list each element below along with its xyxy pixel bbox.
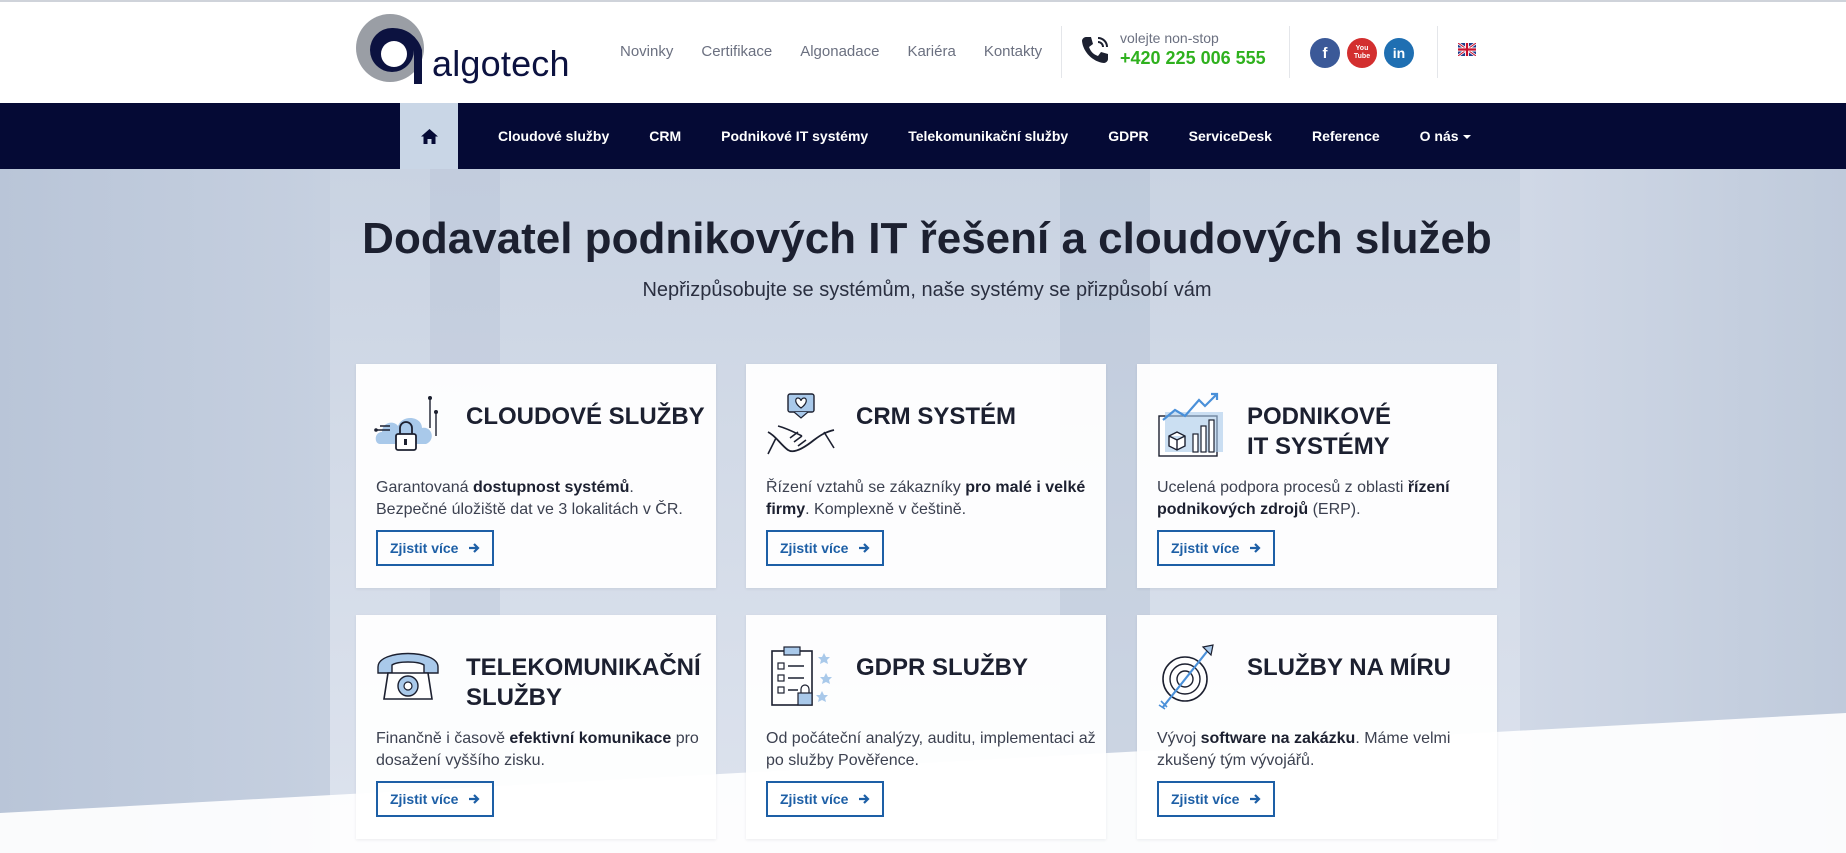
- linkedin-icon[interactable]: in: [1384, 38, 1414, 68]
- button-label: Zjistit více: [780, 791, 849, 807]
- handshake-icon: [767, 393, 835, 455]
- phone-number[interactable]: +420 225 006 555: [1120, 48, 1266, 69]
- facebook-icon[interactable]: f: [1310, 38, 1340, 68]
- phone-label: volejte non-stop: [1120, 30, 1219, 46]
- nav-servicedesk[interactable]: ServiceDesk: [1189, 128, 1272, 144]
- learn-more-button[interactable]: Zjistit více: [766, 781, 885, 817]
- card-title: PODNIKOVÉ IT SYSTÉMY: [1247, 403, 1392, 460]
- service-card-it-systems: PODNIKOVÉ IT SYSTÉMY Ucelená podpora pro…: [1137, 364, 1497, 588]
- nav-telekomunikacni-sluzby[interactable]: Telekomunikační služby: [908, 128, 1068, 144]
- uk-flag-icon[interactable]: [1458, 43, 1476, 56]
- learn-more-button[interactable]: Zjistit více: [376, 530, 495, 566]
- top-link-novinky[interactable]: Novinky: [620, 43, 673, 60]
- arrow-right-icon: [859, 543, 871, 553]
- button-label: Zjistit více: [780, 540, 849, 556]
- hero-title: Dodavatel podnikových IT řešení a cloudo…: [362, 214, 1492, 263]
- button-label: Zjistit více: [390, 540, 459, 556]
- service-card-crm: CRM SYSTÉM Řízení vztahů se zákazníky pr…: [746, 364, 1106, 588]
- button-label: Zjistit více: [390, 791, 459, 807]
- service-card-cloud: CLOUDOVÉ SLUŽBY Garantovaná dostupnost s…: [356, 364, 716, 588]
- card-title: GDPR SLUŽBY: [856, 654, 1029, 681]
- card-text: Garantovaná dostupnost systémů. Bezpečné…: [376, 479, 683, 519]
- button-label: Zjistit více: [1171, 791, 1240, 807]
- home-button[interactable]: [400, 103, 458, 169]
- telephone-icon: [377, 652, 439, 700]
- top-link-algonadace[interactable]: Algonadace: [800, 43, 879, 60]
- arrow-right-icon: [1250, 794, 1262, 804]
- nav-reference[interactable]: Reference: [1312, 128, 1380, 144]
- card-title: CLOUDOVÉ SLUŽBY: [466, 403, 705, 430]
- top-header: algotech Novinky Certifikace Algonadace …: [0, 0, 1846, 103]
- service-card-gdpr: GDPR SLUŽBY Od počáteční analýzy, auditu…: [746, 615, 1106, 839]
- hero-subtitle: Nepřizpůsobujte se systémům, naše systém…: [642, 279, 1212, 301]
- main-navigation: Cloudové služby CRM Podnikové IT systémy…: [0, 103, 1846, 169]
- card-text: Řízení vztahů se zákazníky pro malé i ve…: [766, 479, 1086, 519]
- divider: [1061, 26, 1062, 78]
- learn-more-button[interactable]: Zjistit více: [1157, 530, 1276, 566]
- home-icon: [420, 128, 438, 144]
- youtube-icon[interactable]: You Tube: [1347, 38, 1377, 68]
- gdpr-checklist-icon: [771, 646, 832, 706]
- card-text: Vývoj software na zakázku. Máme velmi zk…: [1157, 730, 1451, 770]
- nav-podnikove-it-systemy[interactable]: Podnikové IT systémy: [721, 128, 868, 144]
- card-title: CRM SYSTÉM: [856, 403, 1017, 430]
- card-text: Od počáteční analýzy, auditu, implementa…: [766, 730, 1096, 770]
- divider: [1437, 26, 1438, 78]
- nav-crm[interactable]: CRM: [649, 128, 681, 144]
- service-card-telecom: TELEKOMUNIKAČNÍ SLUŽBY Finančně i časově…: [356, 615, 716, 839]
- chevron-down-icon: [1462, 135, 1471, 140]
- learn-more-button[interactable]: Zjistit více: [766, 530, 885, 566]
- top-links: Novinky Certifikace Algonadace Kariéra K…: [620, 43, 1070, 60]
- nav-o-nas-label: O nás: [1419, 128, 1459, 144]
- card-text: Ucelená podpora procesů z oblasti řízení…: [1157, 479, 1450, 519]
- card-text: Finančně i časově efektivní komunikace p…: [376, 730, 699, 770]
- phone-icon: [1082, 37, 1108, 63]
- nav-gdpr[interactable]: GDPR: [1108, 128, 1148, 144]
- top-link-certifikace[interactable]: Certifikace: [701, 43, 772, 60]
- service-card-custom: SLUŽBY NA MÍRU Vývoj software na zakázku…: [1137, 615, 1497, 839]
- card-title: TELEKOMUNIKAČNÍ SLUŽBY: [466, 654, 701, 711]
- arrow-right-icon: [469, 543, 481, 553]
- button-label: Zjistit více: [1171, 540, 1240, 556]
- nav-o-nas[interactable]: O nás: [1420, 128, 1471, 144]
- growth-chart-icon: [1158, 392, 1223, 457]
- nav-cloudove-sluzby[interactable]: Cloudové služby: [498, 128, 609, 144]
- learn-more-button[interactable]: Zjistit více: [376, 781, 495, 817]
- learn-more-button[interactable]: Zjistit více: [1157, 781, 1276, 817]
- cloud-lock-icon: [374, 396, 438, 451]
- arrow-right-icon: [469, 794, 481, 804]
- top-link-kariera[interactable]: Kariéra: [907, 43, 955, 60]
- arrow-right-icon: [859, 794, 871, 804]
- logo-text[interactable]: algotech: [432, 46, 570, 82]
- target-icon: [1158, 644, 1214, 710]
- card-title: SLUŽBY NA MÍRU: [1247, 654, 1451, 681]
- top-link-kontakty[interactable]: Kontakty: [984, 43, 1042, 60]
- arrow-right-icon: [1250, 543, 1262, 553]
- divider: [1289, 26, 1290, 78]
